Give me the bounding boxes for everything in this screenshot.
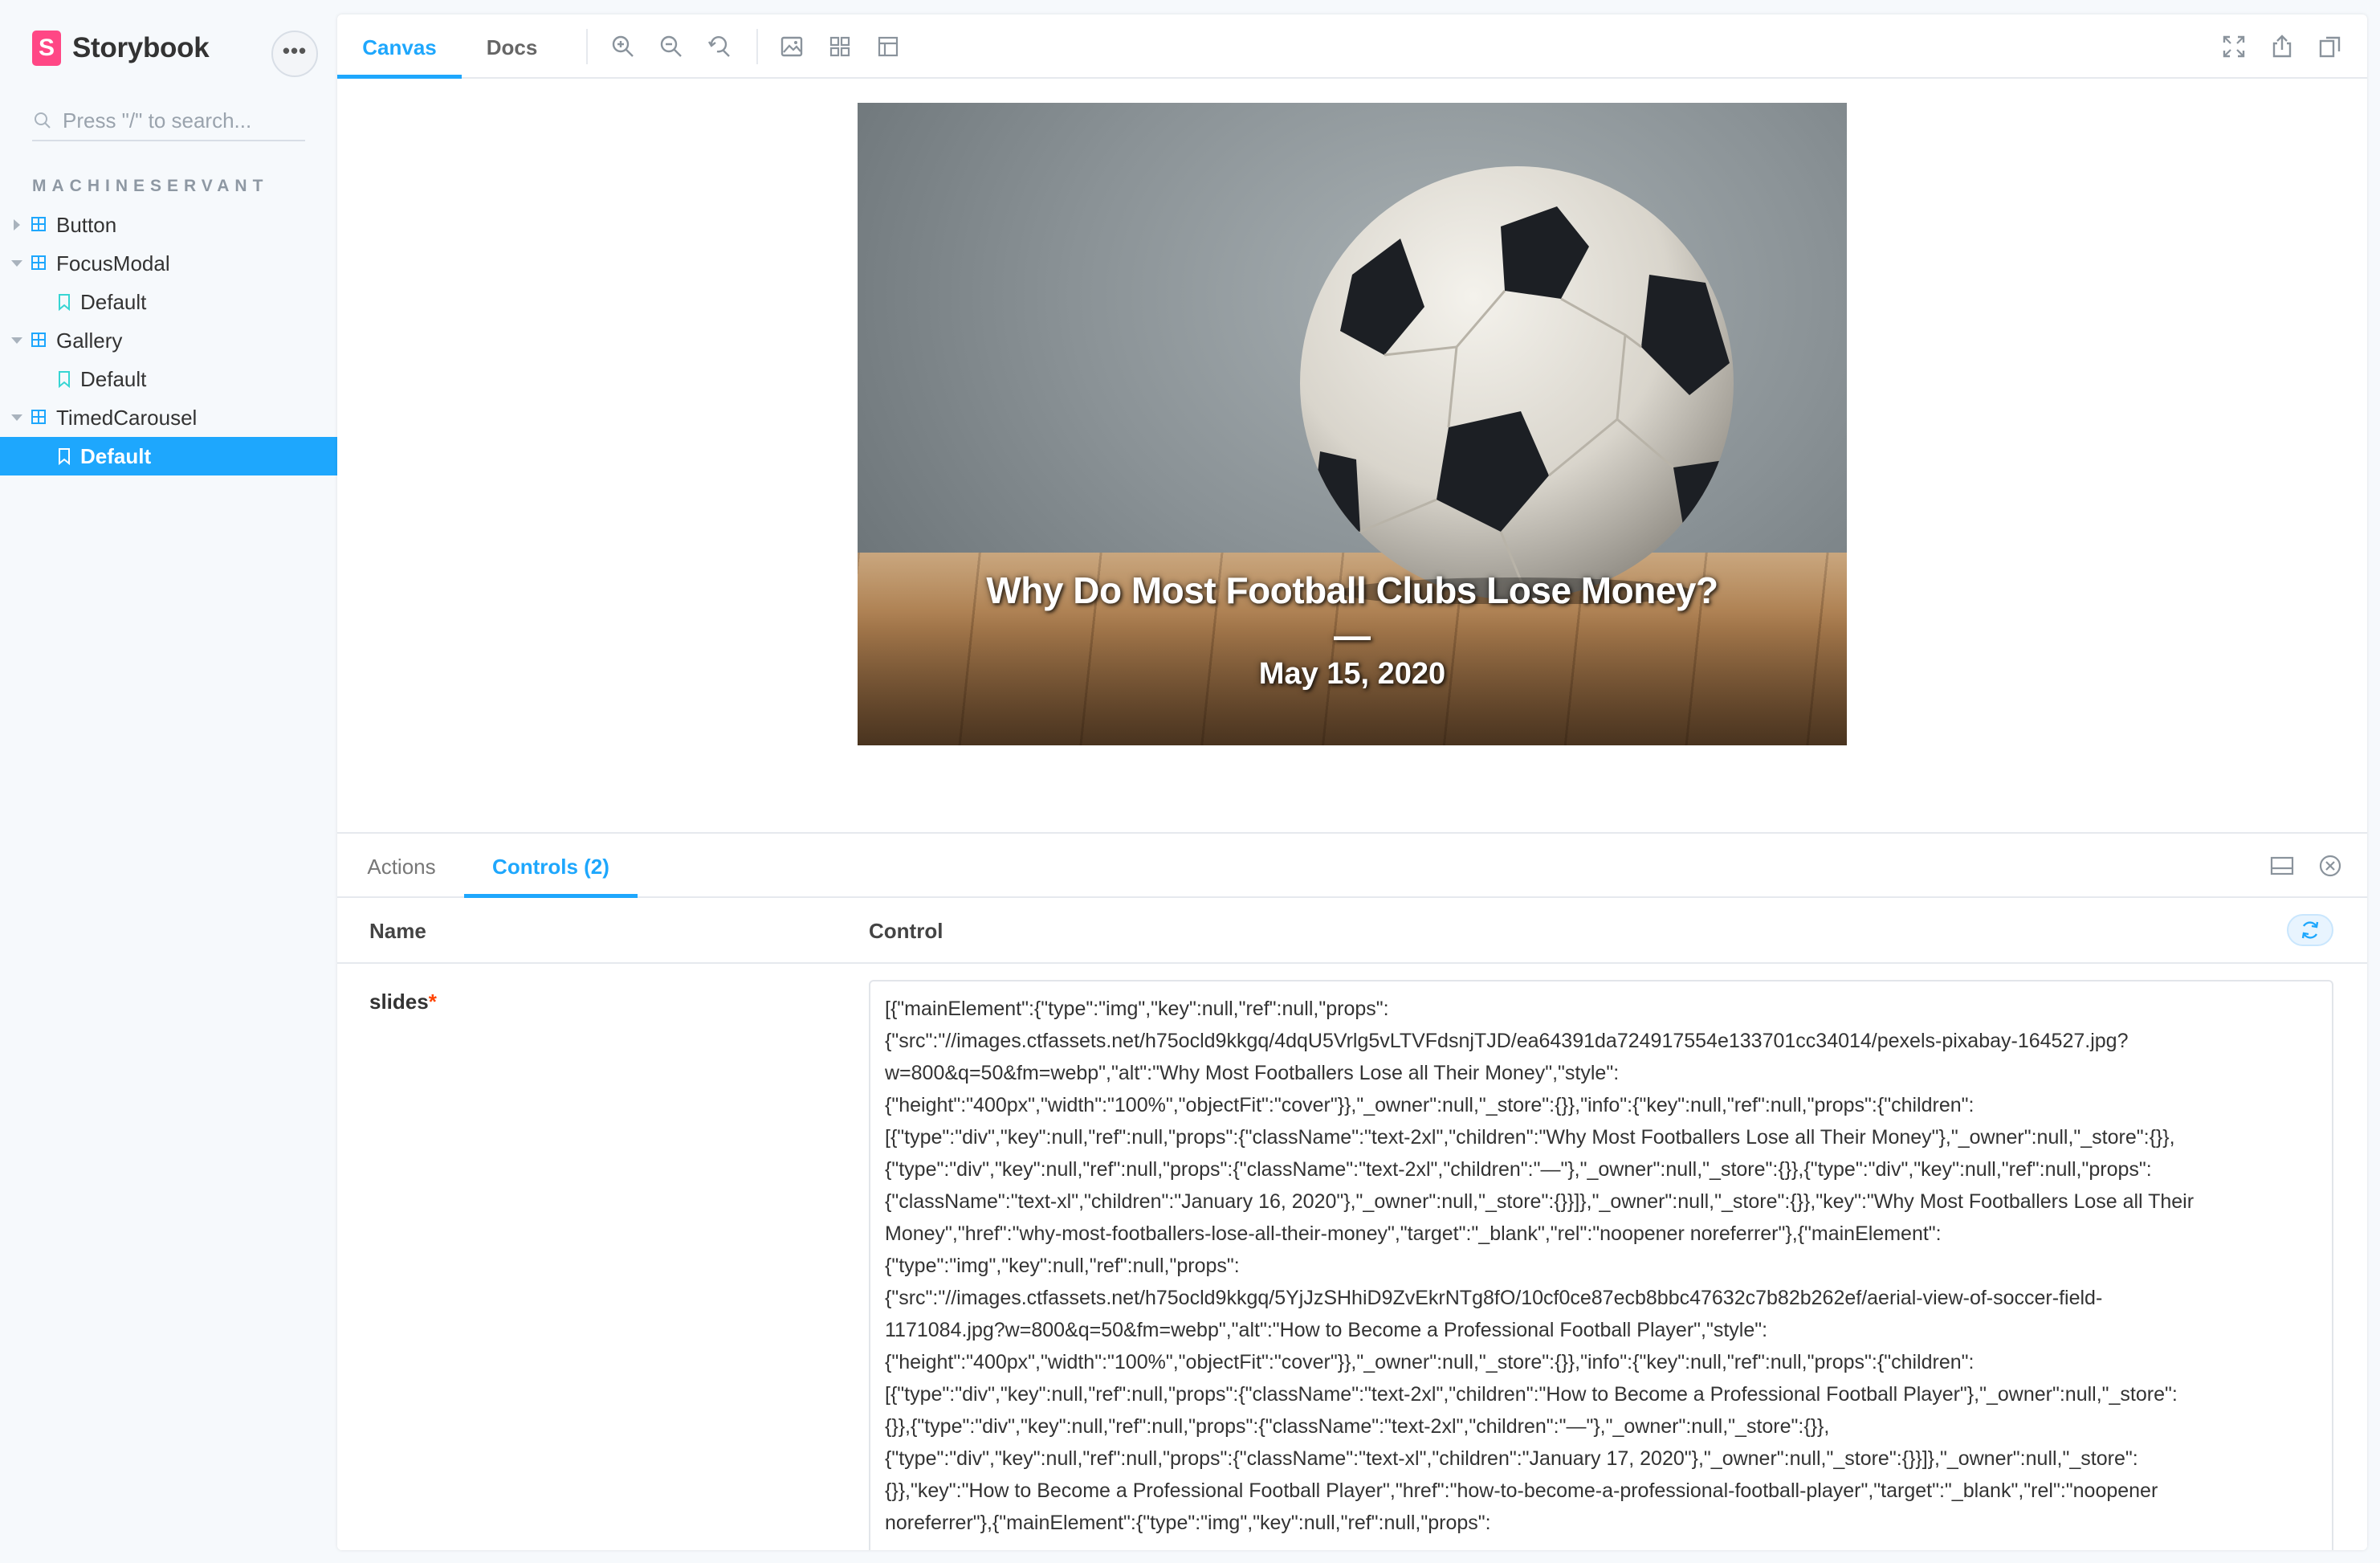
addon-tabs: Actions Controls (2) (337, 834, 2367, 898)
component-icon (31, 410, 46, 424)
panel-layout-icon[interactable] (2269, 853, 2295, 879)
sidebar-item-label: Default (80, 366, 147, 391)
search-bar (32, 101, 305, 141)
storybook-logo-icon: S (32, 31, 61, 66)
bookmark-icon (59, 371, 70, 388)
slide-separator: — (1334, 614, 1371, 656)
slides-json-editor[interactable]: [{"mainElement":{"type":"img","key":null… (869, 980, 2333, 1550)
sidebar-item-button[interactable]: Button (0, 206, 337, 244)
zoom-reset-icon[interactable] (707, 34, 732, 59)
measure-icon[interactable] (875, 34, 901, 59)
sidebar-item-label: Gallery (56, 328, 123, 353)
chevron-down-icon[interactable] (11, 337, 22, 344)
share-icon[interactable] (2269, 34, 2295, 59)
addons-panel: Actions Controls (2) Name Control slides… (337, 832, 2367, 1550)
sidebar-item-label: Default (80, 443, 152, 468)
carousel-slide[interactable]: Why Do Most Football Clubs Lose Money? —… (858, 103, 1847, 745)
zoom-in-icon[interactable] (610, 34, 636, 59)
sidebar-item-focusmodal-default[interactable]: Default (0, 283, 337, 321)
ellipsis-icon: ••• (282, 38, 308, 63)
story-tree: Button FocusModal Default Gallery Defaul… (0, 206, 337, 475)
preview-canvas: Why Do Most Football Clubs Lose Money? —… (337, 79, 2367, 832)
soccer-ball-image (1300, 166, 1734, 604)
sidebar-item-label: TimedCarousel (56, 405, 198, 430)
sidebar-item-timedcarousel[interactable]: TimedCarousel (0, 398, 337, 437)
required-marker: * (428, 990, 437, 1014)
chevron-right-icon[interactable] (14, 219, 20, 231)
chevron-down-icon[interactable] (11, 414, 22, 421)
sidebar-item-label: Button (56, 212, 117, 237)
sidebar: S Storybook ••• MACHINESERVANT Button Fo… (0, 0, 337, 1563)
sidebar-menu-button[interactable]: ••• (271, 31, 318, 77)
component-icon (31, 255, 46, 270)
grid-icon[interactable] (827, 34, 853, 59)
sidebar-item-focusmodal[interactable]: FocusModal (0, 244, 337, 283)
sidebar-item-gallery-default[interactable]: Default (0, 360, 337, 398)
close-icon[interactable] (2317, 853, 2343, 879)
section-title[interactable]: MACHINESERVANT (32, 177, 268, 196)
bookmark-icon (59, 294, 70, 311)
background-icon[interactable] (779, 34, 805, 59)
tab-controls[interactable]: Controls (2) (464, 834, 638, 898)
chevron-down-icon[interactable] (11, 260, 22, 267)
main-panel: Canvas Docs Why Do Most Football Clubs L… (337, 14, 2367, 1550)
slide-title: Why Do Most Football Clubs Lose Money? (986, 569, 1718, 611)
brand-name: Storybook (72, 32, 210, 63)
slides-json-value[interactable]: [{"mainElement":{"type":"img","key":null… (885, 993, 2322, 1539)
reset-controls-button[interactable] (2287, 914, 2333, 946)
tab-docs[interactable]: Docs (466, 14, 558, 79)
component-icon (31, 333, 46, 347)
zoom-out-icon[interactable] (658, 34, 684, 59)
sidebar-item-label: FocusModal (56, 251, 170, 275)
search-icon (35, 112, 51, 129)
slide-caption: Why Do Most Football Clubs Lose Money? —… (858, 569, 1847, 692)
tab-canvas[interactable]: Canvas (337, 14, 462, 79)
tab-actions[interactable]: Actions (337, 834, 466, 898)
toolbar-divider (586, 29, 588, 64)
control-name: slides (369, 990, 429, 1014)
refresh-icon (2301, 921, 2319, 939)
bookmark-icon (59, 448, 70, 465)
control-row-name: slides* (369, 990, 437, 1014)
sidebar-item-timedcarousel-default[interactable]: Default (0, 437, 337, 475)
controls-table-header: Name Control (337, 898, 2367, 964)
fullscreen-icon[interactable] (2221, 34, 2247, 59)
copy-link-icon[interactable] (2317, 34, 2343, 59)
slide-date: May 15, 2020 (1258, 657, 1446, 691)
header-control: Control (869, 919, 943, 943)
brand[interactable]: S Storybook (32, 29, 210, 67)
sidebar-item-label: Default (80, 289, 147, 314)
component-icon (31, 217, 46, 231)
header-name: Name (369, 919, 426, 943)
search-input[interactable] (63, 108, 295, 133)
toolbar: Canvas Docs (337, 14, 2367, 79)
toolbar-divider (756, 29, 758, 64)
sidebar-item-gallery[interactable]: Gallery (0, 321, 337, 360)
